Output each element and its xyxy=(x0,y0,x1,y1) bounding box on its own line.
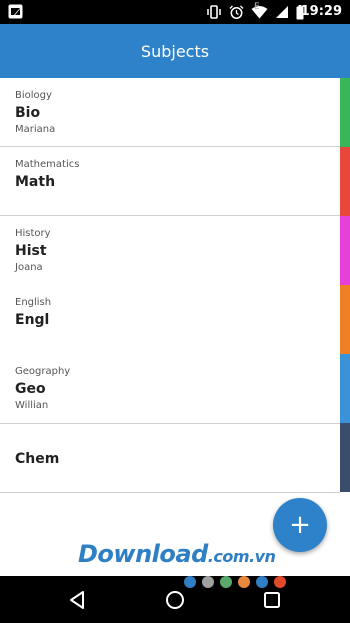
watermark-dot xyxy=(274,576,286,588)
home-icon[interactable] xyxy=(163,588,187,612)
subject-color-strip xyxy=(340,216,350,285)
subject-teacher: Mariana xyxy=(15,124,56,135)
subject-color-strip xyxy=(340,78,350,147)
subject-row-mathematics[interactable]: Mathematics Math xyxy=(0,147,350,216)
watermark-dots xyxy=(184,576,286,588)
subject-row-geography[interactable]: Geography Geo Willian xyxy=(0,354,350,423)
subject-row-chemistry[interactable]: Chem xyxy=(0,423,350,492)
page-title: Subjects xyxy=(140,41,210,61)
subject-abbreviation: Math xyxy=(15,174,56,190)
subject-color-strip xyxy=(340,423,350,492)
subject-row-biology[interactable]: Biology Bio Mariana xyxy=(0,78,350,147)
subject-name: Mathematics xyxy=(15,159,80,170)
subject-teacher: Joana xyxy=(15,262,43,273)
subject-abbreviation: Geo xyxy=(15,381,46,397)
add-subject-button[interactable]: + xyxy=(273,498,327,552)
plus-icon: + xyxy=(289,510,311,540)
watermark-text: Download xyxy=(78,540,208,568)
subject-color-strip xyxy=(340,354,350,423)
watermark-dot xyxy=(202,576,214,588)
back-icon[interactable] xyxy=(65,588,89,612)
watermark-logo: Download.com.vn xyxy=(78,540,276,568)
subject-color-strip xyxy=(340,285,350,354)
subject-name: Biology xyxy=(15,90,52,101)
carrier-indicator: E xyxy=(254,2,260,12)
watermark-dot xyxy=(184,576,196,588)
subject-name: English xyxy=(15,297,52,308)
app-bar: Subjects xyxy=(0,24,350,78)
watermark-dot xyxy=(238,576,250,588)
subject-color-strip xyxy=(340,147,350,216)
watermark-dot xyxy=(220,576,232,588)
vibrate-icon xyxy=(207,5,221,19)
list-divider xyxy=(0,492,340,493)
subject-teacher: Willian xyxy=(15,400,49,411)
alarm-icon xyxy=(229,5,244,19)
subject-abbreviation: Chem xyxy=(15,451,60,467)
notification-app-icon xyxy=(8,4,23,19)
recents-icon[interactable] xyxy=(260,588,284,612)
navigation-bar xyxy=(0,576,350,623)
subject-list: Biology Bio Mariana Mathematics Math His… xyxy=(0,78,350,493)
list-divider xyxy=(0,215,340,216)
subject-row-history[interactable]: History Hist Joana xyxy=(0,216,350,285)
watermark-dot xyxy=(256,576,268,588)
signal-icon xyxy=(276,6,288,18)
status-time: 19:29 xyxy=(300,4,342,19)
list-divider xyxy=(0,146,340,147)
subject-name: Geography xyxy=(15,366,71,377)
subject-abbreviation: Bio xyxy=(15,105,41,121)
subject-name: History xyxy=(15,228,51,239)
subject-row-english[interactable]: English Engl xyxy=(0,285,350,354)
subject-abbreviation: Engl xyxy=(15,312,50,328)
watermark-suffix: .com.vn xyxy=(207,547,276,566)
subject-abbreviation: Hist xyxy=(15,243,47,259)
list-divider xyxy=(0,423,340,424)
status-bar: E 19:29 xyxy=(0,0,350,24)
